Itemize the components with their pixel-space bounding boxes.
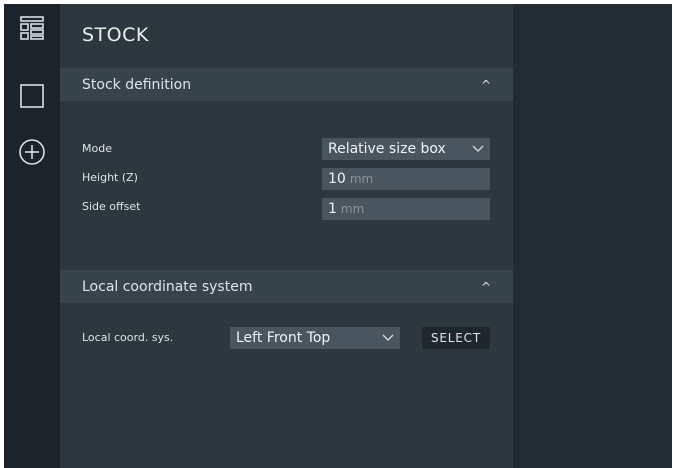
- stock-definition-header[interactable]: Stock definition ^: [60, 68, 513, 101]
- layout-tree-button[interactable]: [12, 8, 52, 48]
- add-circle-icon: [18, 138, 46, 166]
- left-toolbar: [4, 4, 60, 468]
- chevron-up-icon: ^: [480, 279, 491, 294]
- layout-tree-icon: [19, 15, 45, 41]
- add-button[interactable]: [12, 132, 52, 172]
- select-button[interactable]: SELECT: [422, 327, 490, 349]
- panel-title: STOCK: [82, 24, 149, 46]
- stock-box-icon: [19, 83, 45, 109]
- height-field[interactable]: 10 mm: [322, 168, 490, 190]
- section-title: Local coordinate system: [82, 278, 253, 295]
- side-offset-value: 1: [328, 201, 337, 217]
- height-value: 10: [328, 171, 346, 187]
- local-coord-sys-select[interactable]: Left Front Top: [230, 327, 400, 349]
- side-offset-field[interactable]: 1 mm: [322, 198, 490, 220]
- mode-value: Relative size box: [328, 141, 446, 157]
- mode-select[interactable]: Relative size box: [322, 138, 490, 160]
- height-unit: mm: [349, 172, 374, 186]
- chevron-down-icon: [472, 143, 484, 156]
- chevron-down-icon: [382, 332, 394, 345]
- height-label: Height (Z): [82, 171, 138, 184]
- stock-panel: STOCK Stock definition ^ Mode Relative s…: [60, 4, 513, 468]
- local-coord-sys-value: Left Front Top: [236, 330, 331, 346]
- chevron-up-icon: ^: [480, 77, 491, 92]
- side-offset-unit: mm: [340, 202, 365, 216]
- app-frame: STOCK Stock definition ^ Mode Relative s…: [4, 4, 672, 468]
- stock-box-button[interactable]: [12, 76, 52, 116]
- local-coord-sys-label: Local coord. sys.: [82, 331, 174, 344]
- local-coordinate-system-header[interactable]: Local coordinate system ^: [60, 270, 513, 303]
- viewport-area: [513, 4, 672, 468]
- section-title: Stock definition: [82, 76, 192, 93]
- mode-label: Mode: [82, 142, 112, 155]
- side-offset-label: Side offset: [82, 200, 141, 213]
